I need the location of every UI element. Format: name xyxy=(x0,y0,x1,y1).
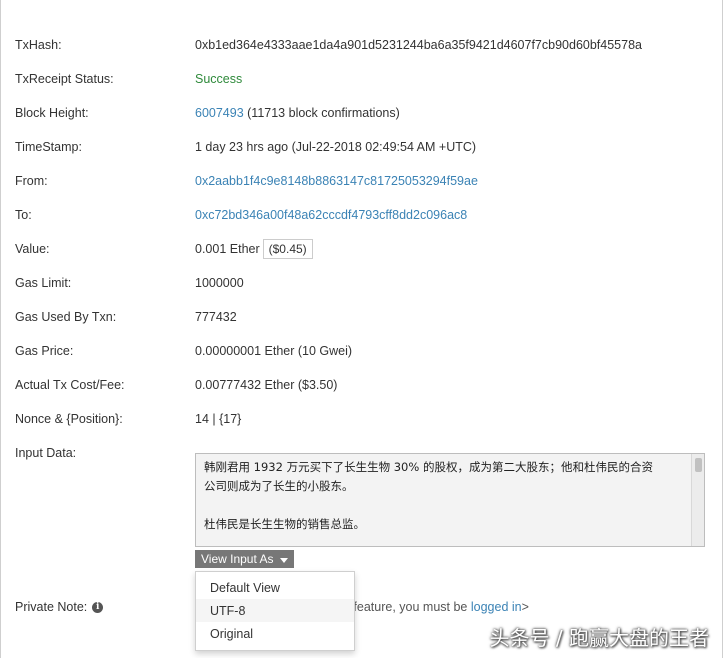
private-note-label-wrap: Private Note: i xyxy=(15,600,104,614)
block-height-label: Block Height: xyxy=(15,106,89,120)
row-value: Value: 0.001 Ether ($0.45) xyxy=(0,232,723,266)
dropdown-item-default-view[interactable]: Default View xyxy=(196,576,354,599)
view-input-as-button[interactable]: View Input As xyxy=(195,550,294,568)
row-tx-fee: Actual Tx Cost/Fee: 0.00777432 Ether ($3… xyxy=(0,368,723,402)
ether-amount: 0.001 Ether xyxy=(195,242,260,256)
input-data-line: 杜伟民是长生生物的销售总监。 xyxy=(204,517,365,531)
row-from: From: 0x2aabb1f4c9e8148b8863147c81725053… xyxy=(0,164,723,198)
dropdown-item-original[interactable]: Original xyxy=(196,622,354,645)
gas-price-label: Gas Price: xyxy=(15,344,74,358)
caret-down-icon xyxy=(279,557,288,563)
block-confirmations: (11713 block confirmations) xyxy=(243,106,400,120)
block-height-link[interactable]: 6007493 xyxy=(195,106,244,120)
private-note-text: e feature, you must be logged in> xyxy=(343,600,529,614)
row-gas-limit: Gas Limit: 1000000 xyxy=(0,266,723,300)
private-note-label: Private Note: xyxy=(15,600,88,614)
view-input-as-label: View Input As xyxy=(201,552,274,566)
value-value: 0.001 Ether ($0.45) xyxy=(195,239,313,259)
timestamp-value: 1 day 23 hrs ago (Jul-22-2018 02:49:54 A… xyxy=(195,140,477,154)
view-input-dropdown-menu: Default View UTF-8 Original xyxy=(195,571,355,651)
usd-value-badge: ($0.45) xyxy=(262,239,313,259)
tx-fee-value: 0.00777432 Ether ($3.50) xyxy=(195,378,338,392)
nonce-value: 14 | {17} xyxy=(195,412,242,426)
row-gas-used: Gas Used By Txn: 777432 xyxy=(0,300,723,334)
txhash-label: TxHash: xyxy=(15,38,62,52)
row-to: To: 0xc72bd346a00f48a62cccdf4793cff8dd2c… xyxy=(0,198,723,232)
nonce-label: Nonce & {Position}: xyxy=(15,412,123,426)
gas-price-value: 0.00000001 Ether (10 Gwei) xyxy=(195,344,353,358)
receipt-status-value: Success xyxy=(195,72,243,86)
private-note-text-after: > xyxy=(521,600,529,614)
input-data-line: 公司则成为了长生的小股东。 xyxy=(204,479,354,493)
dropdown-item-utf8[interactable]: UTF-8 xyxy=(196,599,354,622)
row-block-height: Block Height: 6007493 (11713 block confi… xyxy=(0,96,723,130)
input-data-blank-line xyxy=(204,496,686,515)
row-nonce: Nonce & {Position}: 14 | {17} xyxy=(0,402,723,436)
block-height-value: 6007493 (11713 block confirmations) xyxy=(195,106,400,120)
gas-used-value: 777432 xyxy=(195,310,237,324)
scrollbar-thumb[interactable] xyxy=(695,458,702,472)
row-gas-price: Gas Price: 0.00000001 Ether (10 Gwei) xyxy=(0,334,723,368)
row-timestamp: TimeStamp: 1 day 23 hrs ago (Jul-22-2018… xyxy=(0,130,723,164)
from-label: From: xyxy=(15,174,48,188)
receipt-status-label: TxReceipt Status: xyxy=(15,72,114,86)
gas-limit-value: 1000000 xyxy=(195,276,244,290)
row-txhash: TxHash: 0xb1ed364e4333aae1da4a901d523124… xyxy=(0,28,723,62)
input-data-line: 韩刚君用 1932 万元买下了长生生物 30% 的股权，成为第二大股东；他和杜伟… xyxy=(204,460,653,474)
gas-used-label: Gas Used By Txn: xyxy=(15,310,117,324)
transaction-details-page: TxHash: 0xb1ed364e4333aae1da4a901d523124… xyxy=(0,0,723,658)
input-data-scrollbar[interactable] xyxy=(691,454,704,546)
from-address-link[interactable]: 0x2aabb1f4c9e8148b8863147c81725053294f59… xyxy=(195,174,478,188)
logged-in-link[interactable]: logged in xyxy=(471,600,522,614)
private-note-text-before: e feature, you must be xyxy=(343,600,471,614)
tx-fee-label: Actual Tx Cost/Fee: xyxy=(15,378,125,392)
input-data-textarea[interactable]: 韩刚君用 1932 万元买下了长生生物 30% 的股权，成为第二大股东；他和杜伟… xyxy=(195,453,705,547)
row-receipt-status: TxReceipt Status: Success xyxy=(0,62,723,96)
to-label: To: xyxy=(15,208,32,222)
watermark-text: 头条号 / 跑赢大盘的王者 xyxy=(489,626,709,650)
gas-limit-label: Gas Limit: xyxy=(15,276,72,290)
timestamp-label: TimeStamp: xyxy=(15,140,82,154)
info-icon[interactable]: i xyxy=(92,601,104,613)
value-label: Value: xyxy=(15,242,50,256)
txhash-value: 0xb1ed364e4333aae1da4a901d5231244ba6a35f… xyxy=(195,38,642,52)
input-data-label: Input Data: xyxy=(15,446,77,460)
to-address-link[interactable]: 0xc72bd346a00f48a62cccdf4793cff8dd2c096a… xyxy=(195,208,467,222)
